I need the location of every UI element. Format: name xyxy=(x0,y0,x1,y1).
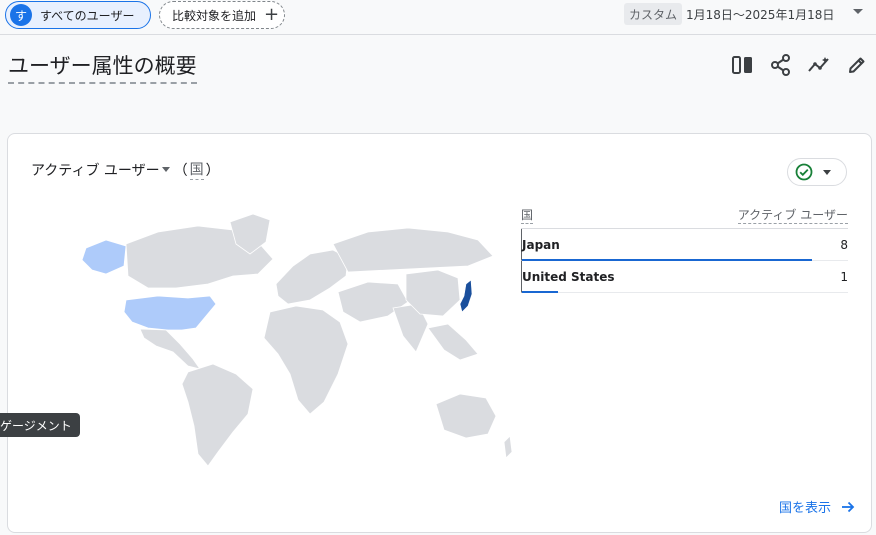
segment-label: すべてのユーザー xyxy=(40,8,135,23)
map-region-japan xyxy=(459,279,473,313)
world-map xyxy=(81,213,513,467)
add-comparison-label: 比較対象を追加 xyxy=(172,8,257,23)
map-region-africa xyxy=(263,305,349,415)
card-title: アクティブ ユーザー （ 国 ） xyxy=(31,159,220,180)
map-region-south-america xyxy=(181,363,254,467)
paren-open: （ xyxy=(173,162,188,179)
map-region-southeast-asia xyxy=(427,323,479,361)
map-region-europe xyxy=(275,249,349,305)
status-caret-icon xyxy=(823,169,831,175)
segment-avatar: す xyxy=(10,4,32,26)
column-header-active-users[interactable]: アクティブ ユーザー xyxy=(737,206,848,224)
top-bar: す すべてのユーザー 比較対象を追加 + カスタム 1月18日～2025年1月1… xyxy=(0,0,876,35)
add-comparison-button[interactable]: 比較対象を追加 + xyxy=(159,1,285,29)
map-region-alaska xyxy=(81,239,127,275)
country-table: 国 アクティブ ユーザー Japan 8 United States 1 xyxy=(521,202,848,293)
paren-close: ） xyxy=(205,162,220,179)
date-dropdown-icon[interactable] xyxy=(853,9,863,14)
nav-tooltip: ゲージメント xyxy=(0,413,80,437)
row-share-bar xyxy=(522,291,559,293)
edit-icon[interactable] xyxy=(844,52,870,78)
row-country: Japan xyxy=(522,237,560,252)
row-value: 1 xyxy=(840,269,848,284)
map-region-new-zealand xyxy=(503,435,513,459)
users-by-country-card: アクティブ ユーザー （ 国 ） 国 アクティブ ユーザー Japan 8 Un… xyxy=(7,133,872,533)
metric-selector[interactable]: アクティブ ユーザー xyxy=(31,160,160,180)
share-icon[interactable] xyxy=(768,52,794,78)
arrow-right-icon xyxy=(842,501,855,512)
map-region-mexico xyxy=(139,328,201,370)
row-country: United States xyxy=(522,269,615,284)
map-region-usa xyxy=(123,295,217,331)
map-region-australia xyxy=(435,393,497,439)
header-actions xyxy=(730,52,870,78)
dimension-label[interactable]: 国 xyxy=(189,159,204,180)
date-custom-badge: カスタム xyxy=(624,3,683,25)
check-circle-icon xyxy=(795,163,813,181)
view-countries-link[interactable]: 国を表示 xyxy=(779,497,855,516)
table-row[interactable]: Japan 8 xyxy=(521,229,848,261)
view-countries-label: 国を表示 xyxy=(778,501,831,516)
metric-dropdown-icon[interactable] xyxy=(161,167,170,172)
map-region-russia xyxy=(332,227,494,273)
row-value: 8 xyxy=(840,237,848,252)
table-row[interactable]: United States 1 xyxy=(521,261,848,293)
table-header: 国 アクティブ ユーザー xyxy=(521,202,848,229)
insights-icon[interactable] xyxy=(806,52,832,78)
status-dropdown[interactable] xyxy=(787,158,847,186)
date-range-selector[interactable]: 1月18日～2025年1月18日 xyxy=(686,6,834,23)
segment-chip[interactable]: す すべてのユーザー xyxy=(5,1,151,29)
column-header-country[interactable]: 国 xyxy=(521,206,534,224)
plus-icon: + xyxy=(264,4,280,25)
page-title: ユーザー属性の概要 xyxy=(8,50,197,84)
compare-columns-icon[interactable] xyxy=(730,52,756,78)
